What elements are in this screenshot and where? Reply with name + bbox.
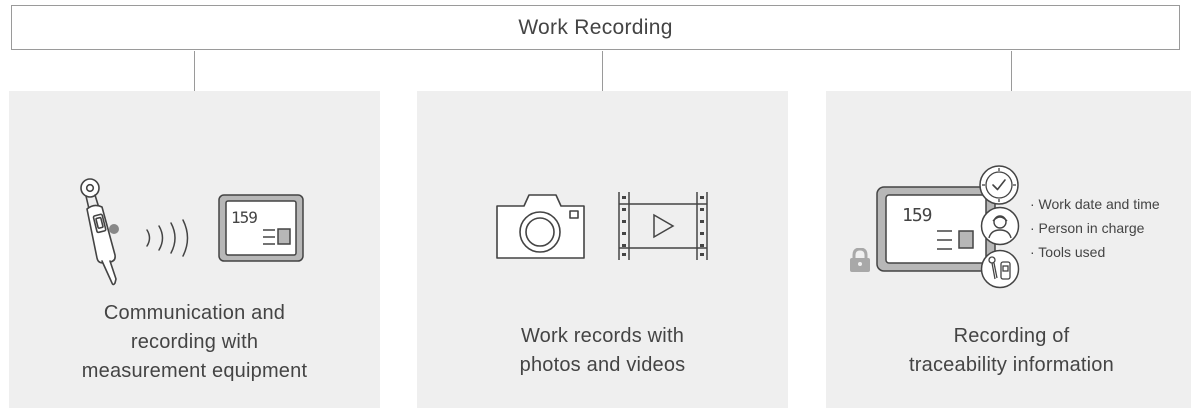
panel-2-caption-line-1: Work records with [520, 325, 685, 347]
camera-icon [496, 194, 585, 259]
clock-icon [979, 165, 1019, 205]
panel-1-caption: Communication and recording with measure… [9, 299, 380, 386]
video-film-icon [618, 192, 708, 260]
panel-1-caption-line-1: Communication and [103, 302, 286, 324]
traceability-item-date-time: · Work date and time [1030, 196, 1160, 212]
panel-photos-videos: Work records with photos and videos [417, 91, 788, 408]
display-reading: 159 [231, 208, 257, 227]
header-title: Work Recording [518, 15, 673, 39]
panel-2-caption: Work records with photos and videos [417, 322, 788, 380]
traceability-display-reading: 159 [902, 205, 932, 226]
panel-1-caption-line-3: measurement equipment [81, 360, 308, 382]
work-recording-header: Work Recording [11, 5, 1180, 50]
person-icon [980, 206, 1020, 246]
connector-line-2 [602, 51, 603, 91]
tools-icon [980, 249, 1020, 289]
connector-line-1 [194, 51, 195, 91]
panel-3-caption: Recording of traceability information [826, 322, 1191, 380]
panel-2-caption-line-2: photos and videos [519, 354, 686, 376]
torque-wrench-icon [80, 178, 119, 286]
lock-icon [850, 248, 870, 272]
display-device-icon: 159 [218, 194, 304, 262]
traceability-items-list: · Work date and time · Person in charge … [1030, 192, 1160, 264]
connector-line-3 [1011, 51, 1012, 91]
panel-1-caption-line-2: recording with [130, 331, 259, 353]
panel-3-caption-line-1: Recording of [953, 325, 1070, 347]
wireless-signal-icon [146, 219, 189, 257]
traceability-item-tools: · Tools used [1030, 244, 1106, 260]
traceability-item-person: · Person in charge [1030, 220, 1145, 236]
panel-3-caption-line-2: traceability information [909, 354, 1114, 376]
